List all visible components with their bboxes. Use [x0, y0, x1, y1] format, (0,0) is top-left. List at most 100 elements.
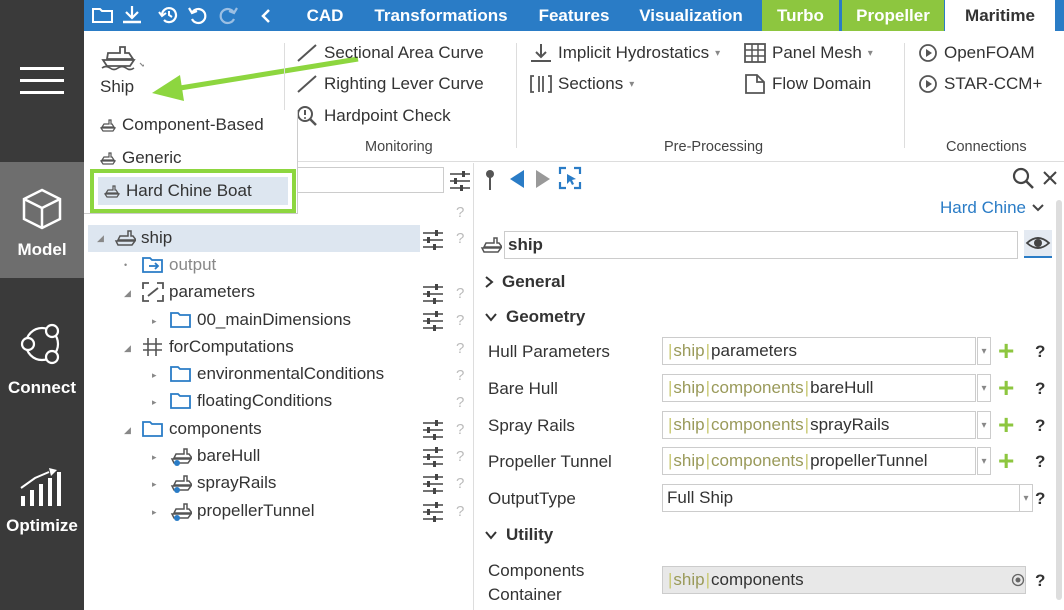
settings-sliders-icon[interactable]	[422, 311, 444, 331]
panel-mesh-button[interactable]: Panel Mesh ▾	[744, 43, 873, 63]
sections-button[interactable]: Sections ▾	[530, 74, 634, 94]
help-icon[interactable]: ?	[1035, 379, 1045, 399]
help-icon[interactable]: ?	[456, 312, 464, 329]
tree-node-ship[interactable]: ship	[114, 228, 172, 248]
field-dropdown-button[interactable]: ▾	[1019, 484, 1033, 512]
help-icon[interactable]: ?	[1035, 571, 1045, 591]
help-icon[interactable]: ?	[456, 230, 464, 247]
tree-node-environmental-conditions[interactable]: environmentalConditions	[170, 364, 384, 384]
help-icon[interactable]: ?	[1035, 416, 1045, 436]
dropdown-item-generic[interactable]: Generic	[100, 148, 182, 168]
hamburger-menu-button[interactable]	[0, 48, 84, 112]
expand-arrow-icon[interactable]: ▸	[152, 370, 157, 381]
spray-rails-field[interactable]: | ship | components | sprayRails	[662, 411, 976, 439]
collapse-arrow-icon[interactable]: ◢	[124, 343, 131, 354]
star-ccm-button[interactable]: STAR-CCM+	[918, 74, 1042, 94]
search-icon[interactable]	[1012, 167, 1034, 189]
tab-visualization[interactable]: Visualization	[626, 0, 756, 31]
help-icon[interactable]: ?	[1035, 342, 1045, 362]
help-icon[interactable]: ?	[1035, 489, 1045, 509]
propeller-tunnel-field[interactable]: | ship | components | propellerTunnel	[662, 447, 976, 475]
collapse-arrow-icon[interactable]: ◢	[124, 288, 131, 299]
openfoam-button[interactable]: OpenFOAM	[918, 43, 1035, 63]
add-icon[interactable]: +	[998, 374, 1014, 402]
expand-arrow-icon[interactable]: ▸	[152, 452, 157, 463]
tree-node-main-dimensions[interactable]: 00_mainDimensions	[170, 310, 351, 330]
download-icon[interactable]	[121, 5, 143, 25]
help-icon[interactable]: ?	[1035, 452, 1045, 472]
visibility-toggle[interactable]	[1024, 230, 1052, 258]
settings-sliders-icon[interactable]	[422, 447, 444, 467]
help-icon[interactable]: ?	[456, 204, 464, 221]
tree-node-floating-conditions[interactable]: floatingConditions	[170, 391, 332, 411]
rail-item-optimize[interactable]: Optimize	[0, 464, 84, 544]
components-container-field[interactable]: | ship | components	[662, 566, 1026, 594]
settings-sliders-icon[interactable]	[422, 420, 444, 440]
expand-arrow-icon[interactable]: ▸	[152, 316, 157, 327]
close-icon[interactable]	[1042, 170, 1058, 186]
rail-item-connect[interactable]: Connect	[0, 322, 84, 402]
righting-lever-curve-button[interactable]: Righting Lever Curve	[296, 74, 484, 94]
tab-maritime[interactable]: Maritime	[945, 0, 1055, 31]
tab-transformations[interactable]: Transformations	[360, 0, 522, 31]
object-name-input[interactable]: ship	[504, 231, 1018, 259]
tree-node-bare-hull[interactable]: bareHull	[170, 446, 260, 466]
settings-sliders-icon[interactable]	[449, 171, 471, 191]
implicit-hydrostatics-button[interactable]: Implicit Hydrostatics ▾	[530, 43, 720, 63]
collapse-arrow-icon[interactable]: ◢	[97, 233, 104, 244]
help-icon[interactable]: ?	[456, 394, 464, 411]
expand-arrow-icon[interactable]: ▸	[152, 507, 157, 518]
help-icon[interactable]: ?	[456, 340, 464, 357]
tab-turbo[interactable]: Turbo	[762, 0, 839, 31]
help-icon[interactable]: ?	[456, 448, 464, 465]
section-utility[interactable]: Utility	[484, 525, 553, 545]
tree-node-output[interactable]: output	[142, 255, 216, 275]
history-icon[interactable]	[158, 5, 180, 25]
sectional-area-curve-button[interactable]: Sectional Area Curve	[296, 43, 484, 63]
chevron-left-icon[interactable]	[260, 8, 272, 24]
tree-node-for-computations[interactable]: forComputations	[142, 337, 294, 357]
field-dropdown-button[interactable]: ▾	[977, 337, 991, 365]
expand-arrow-icon[interactable]: ▸	[152, 479, 157, 490]
flow-domain-button[interactable]: Flow Domain	[744, 74, 871, 94]
target-icon[interactable]	[1011, 573, 1025, 587]
section-geometry[interactable]: Geometry	[484, 307, 585, 327]
back-arrow-icon[interactable]	[508, 168, 526, 190]
tree-node-propeller-tunnel[interactable]: propellerTunnel	[170, 501, 315, 521]
tab-propeller[interactable]: Propeller	[842, 0, 944, 31]
select-target-icon[interactable]	[558, 166, 582, 190]
settings-sliders-icon[interactable]	[422, 284, 444, 304]
hull-parameters-field[interactable]: | ship | parameters	[662, 337, 976, 365]
ship-button[interactable]: Ship	[100, 43, 144, 97]
expand-arrow-icon[interactable]: ▸	[152, 397, 157, 408]
dropdown-item-hard-chine-boat[interactable]: Hard Chine Boat	[90, 169, 296, 213]
pin-icon[interactable]	[484, 169, 496, 191]
forward-arrow-icon[interactable]	[534, 168, 552, 190]
settings-sliders-icon[interactable]	[422, 474, 444, 494]
field-dropdown-button[interactable]: ▾	[977, 374, 991, 402]
tree-filter-input[interactable]	[294, 167, 444, 193]
collapse-arrow-icon[interactable]: ◢	[124, 425, 131, 436]
section-general[interactable]: General	[484, 272, 565, 292]
settings-sliders-icon[interactable]	[422, 230, 444, 250]
settings-sliders-icon[interactable]	[422, 502, 444, 522]
help-icon[interactable]: ?	[456, 285, 464, 302]
help-icon[interactable]: ?	[456, 367, 464, 384]
tab-cad[interactable]: CAD	[290, 0, 360, 31]
panel-scrollbar[interactable]	[1056, 200, 1062, 600]
tab-features[interactable]: Features	[526, 0, 622, 31]
add-icon[interactable]: +	[998, 411, 1014, 439]
output-type-select[interactable]: Full Ship	[662, 484, 1020, 512]
tree-node-parameters[interactable]: parameters	[142, 282, 255, 302]
bare-hull-field[interactable]: | ship | components | bareHull	[662, 374, 976, 402]
help-icon[interactable]: ?	[456, 475, 464, 492]
field-dropdown-button[interactable]: ▾	[977, 447, 991, 475]
rail-item-model[interactable]: Model	[0, 162, 84, 278]
open-folder-icon[interactable]	[92, 6, 114, 24]
tree-node-components[interactable]: components	[142, 419, 262, 439]
type-selector[interactable]: Hard Chine	[940, 198, 1044, 218]
hardpoint-check-button[interactable]: Hardpoint Check	[296, 105, 451, 127]
add-icon[interactable]: +	[998, 337, 1014, 365]
tree-node-spray-rails[interactable]: sprayRails	[170, 473, 276, 493]
field-dropdown-button[interactable]: ▾	[977, 411, 991, 439]
